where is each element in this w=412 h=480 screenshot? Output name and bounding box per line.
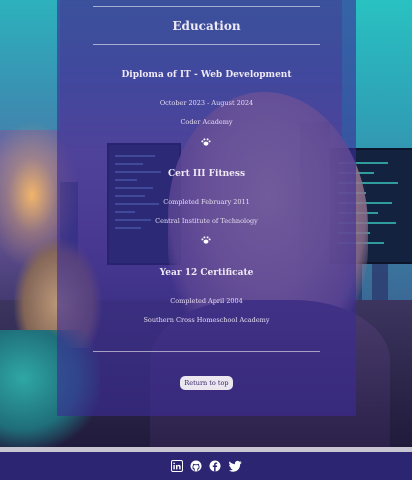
background-sky-left [0,0,60,130]
linkedin-icon[interactable] [171,460,183,472]
divider [93,351,320,352]
footer [0,452,412,480]
education-item-dates: Completed April 2004 [170,297,243,305]
divider [93,6,320,7]
paw-icon [201,236,211,244]
twitter-icon[interactable] [229,460,242,472]
facebook-icon[interactable] [209,460,221,472]
education-item-dates: October 2023 - August 2024 [159,99,254,107]
education-item-dates: Completed February 2011 [163,198,250,206]
education-item-institution: Southern Cross Homeschool Academy [143,316,270,324]
github-icon[interactable] [190,460,202,472]
education-section: Education Diploma of IT - Web Developmen… [57,0,356,416]
paw-icon [201,138,211,146]
education-item-institution: Central Institute of Technology [155,217,258,225]
education-item-institution: Coder Academy [180,118,233,126]
section-heading: Education [172,19,241,33]
education-item-title: Year 12 Certificate [159,268,254,278]
education-item-title: Diploma of IT - Web Development [121,70,292,80]
return-to-top-button[interactable]: Return to top [180,376,233,390]
divider [93,44,320,45]
education-item-title: Cert III Fitness [167,169,246,179]
